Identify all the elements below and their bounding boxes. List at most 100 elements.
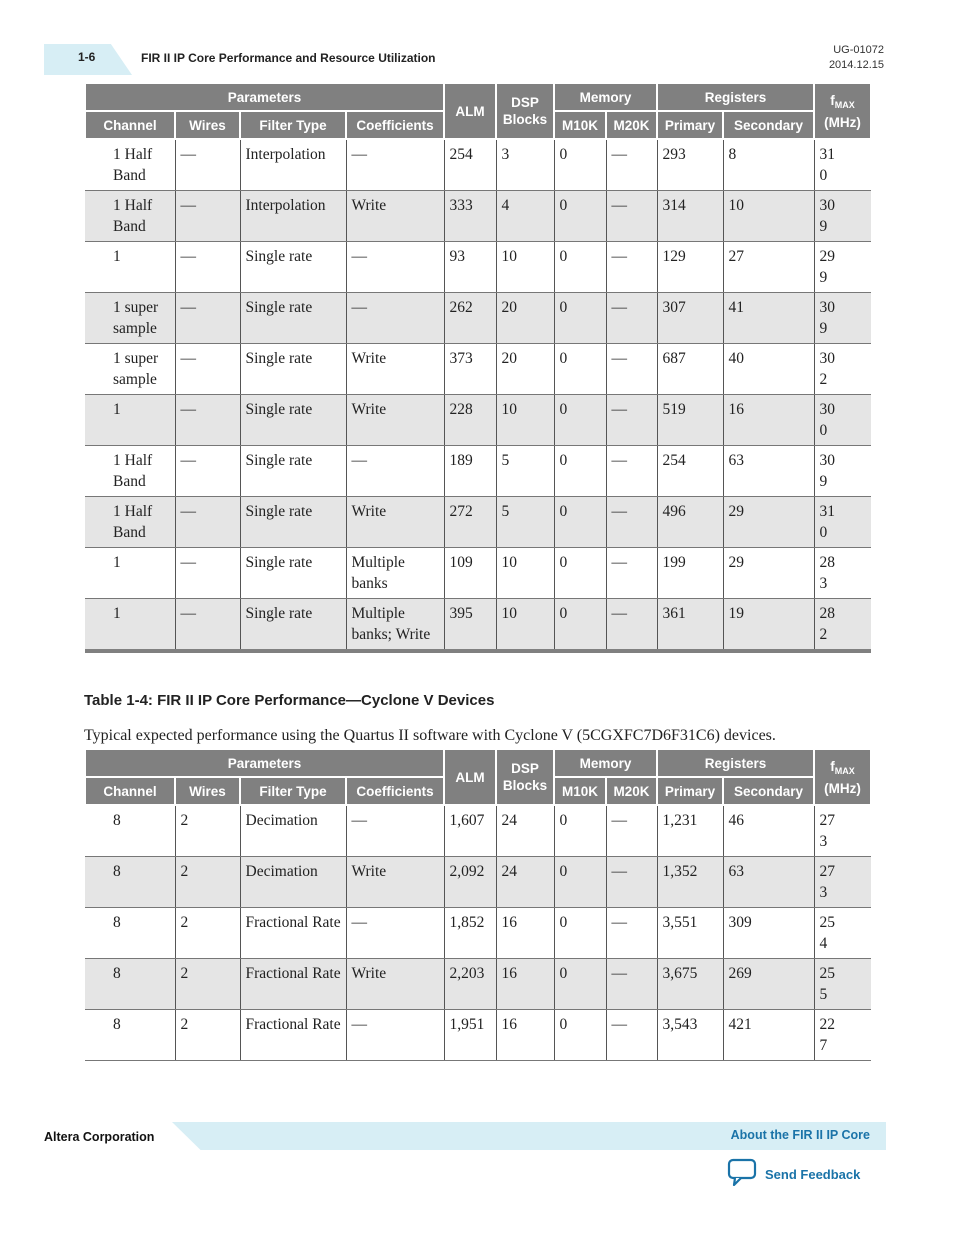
cell-wires: — [174,445,240,497]
cell-filter-type: Single rate [239,496,346,548]
header-alm: ALM [443,84,497,140]
header-parameters: Parameters [84,84,445,112]
header-registers: Registers [656,84,816,112]
dsp-line2: Blocks [502,112,548,127]
cell-m10k: 0 [553,394,606,446]
header-memory: Memory [552,84,659,112]
table-row: 1 Half Band — Single rate —189 5 0—254 63 30 9 [85,445,872,497]
cell-m10k: 0 [553,139,606,191]
chapter-link[interactable]: About the FIR II IP Core [731,1128,870,1142]
cell-secondary: 29 [722,547,815,599]
table-row: 1 Half Band — Interpolation —254 3 0—293 8 31 0 [85,139,872,191]
header-primary: Primary [656,111,725,140]
cell-dsp: 16 [495,958,554,1010]
cell-alm: 1,607 [443,805,496,857]
cell-m10k: 0 [553,241,606,293]
cell-fmax: 30 0 [813,394,872,446]
doc-info: UG-01072 2014.12.15 [829,43,884,73]
header-filter-type: Filter Type [239,777,347,806]
cell-secondary: 63 [722,856,815,908]
cell-channel: 1 [85,241,175,293]
cell-primary: 254 [656,445,724,497]
cell-primary: 314 [656,190,724,242]
cell-coefficients: — [345,1009,444,1061]
cell-wires: — [174,394,240,446]
cell-m20k: — [605,343,658,395]
header-filter-type: Filter Type [239,111,347,140]
table-row: 1 super sample — Single rate Write 373 20 0—68… [85,343,872,395]
doc-date: 2014.12.15 [828,59,884,71]
cell-filter-type: Interpolation [239,139,346,191]
table-row: 1— Single rate —93 10 0—129 27 29 9 [85,241,872,293]
cell-filter-type: Single rate [239,598,346,653]
cell-dsp: 24 [495,856,554,908]
performance-table-1: Parameters ALM DSP Blocks Memory Register… [84,84,873,653]
cell-coefficients: — [345,805,444,857]
cell-m20k: — [605,292,658,344]
cell-m10k: 0 [553,1009,606,1061]
cell-alm: 109 [443,547,496,599]
cell-coefficients: — [345,241,444,293]
cell-coefficients: — [345,445,444,497]
cell-filter-type: Fractional Rate [239,907,346,959]
cell-wires: — [174,547,240,599]
cell-secondary: 41 [722,292,815,344]
cell-secondary: 27 [722,241,815,293]
cell-primary: 687 [656,343,724,395]
header-wires: Wires [174,111,241,140]
cell-filter-type: Decimation [239,805,346,857]
header-coefficients: Coefficients [345,777,445,806]
cell-fmax: 30 9 [813,292,872,344]
cell-filter-type: Single rate [239,445,346,497]
cell-fmax: 22 7 [813,1009,872,1061]
cell-wires: 2 [174,805,240,857]
send-feedback-button[interactable]: Send Feedback [727,1158,860,1191]
cell-alm: 2,092 [443,856,496,908]
cell-wires: — [174,598,240,653]
cell-dsp: 20 [495,292,554,344]
cell-wires: — [174,292,240,344]
header-secondary: Secondary [722,777,816,806]
cell-alm: 189 [443,445,496,497]
cell-channel: 8 [85,805,175,857]
cell-channel: 1 [85,394,175,446]
cell-dsp: 5 [495,496,554,548]
cell-primary: 496 [656,496,724,548]
cell-dsp: 10 [495,547,554,599]
cell-wires: 2 [174,856,240,908]
cell-channel: 1 super sample [85,292,175,344]
cell-alm: 373 [443,343,496,395]
performance-table-2: Parameters ALM DSP Blocks Memory Register… [84,750,873,1061]
cell-m10k: 0 [553,805,606,857]
fmax-unit: (MHz) [824,114,861,130]
cell-secondary: 269 [722,958,815,1010]
dsp-line1: DSP [511,761,539,776]
header-dsp-blocks: DSP Blocks [495,750,555,806]
cell-coefficients: — [345,907,444,959]
cell-wires: 2 [174,1009,240,1061]
header-fmax: fMAX (MHz) [813,750,873,806]
cell-fmax: 30 9 [813,190,872,242]
cell-channel: 1 Half Band [85,445,175,497]
cell-m10k: 0 [553,547,606,599]
cell-primary: 361 [656,598,724,653]
header-fmax: fMAX (MHz) [813,84,873,140]
section-title: FIR II IP Core Performance and Resource … [141,51,436,65]
header-alm: ALM [443,750,497,806]
company-name: Altera Corporation [44,1130,155,1144]
table-row: 8 2 Decimation —1,607 24 0—1,231 46 27 3 [85,805,872,857]
cell-dsp: 16 [495,907,554,959]
cell-primary: 199 [656,547,724,599]
table-row: 1 super sample — Single rate —262 20 0—307 41 3… [85,292,872,344]
header-dsp-blocks: DSP Blocks [495,84,555,140]
cell-primary: 307 [656,292,724,344]
cell-coefficients: Write [345,496,444,548]
cell-channel: 1 Half Band [85,139,175,191]
header-m20k: M20K [604,111,659,140]
cell-dsp: 4 [495,190,554,242]
cell-m20k: — [605,958,658,1010]
cell-alm: 2,203 [443,958,496,1010]
cell-alm: 262 [443,292,496,344]
header-m10k: M10K [553,111,607,140]
cell-filter-type: Decimation [239,856,346,908]
